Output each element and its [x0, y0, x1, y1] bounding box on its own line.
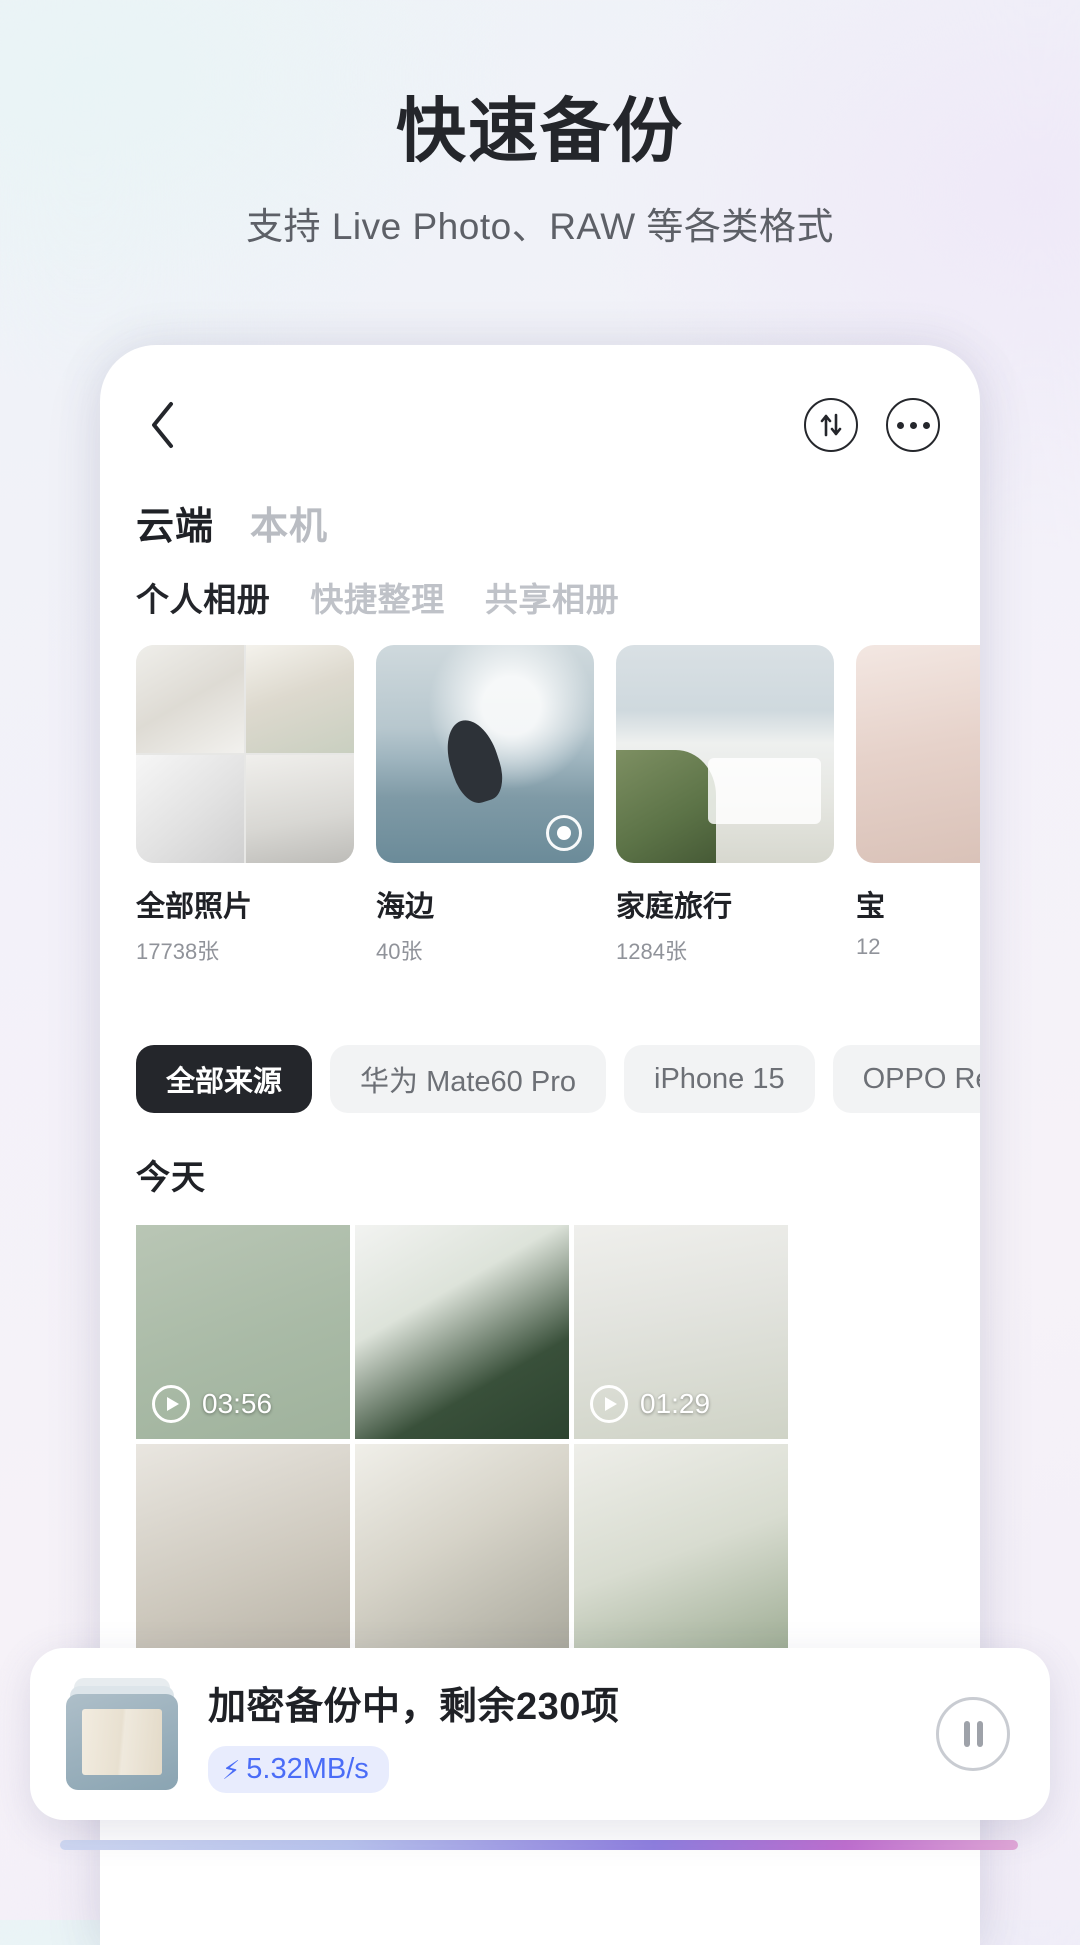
photo-cell[interactable]: 01:29: [574, 1225, 788, 1439]
subtab-quick-organize[interactable]: 快捷整理: [310, 573, 444, 621]
progress-accent-bar: [60, 1840, 1018, 1850]
section-title-today: 今天: [136, 1159, 206, 1197]
photo-grid: 03:56 01:29: [136, 1225, 980, 1658]
photo-cell[interactable]: [355, 1444, 569, 1658]
app-navbar: [100, 375, 980, 475]
chip-all-sources[interactable]: 全部来源: [136, 1045, 313, 1113]
collage-tile: [136, 755, 244, 863]
backup-status-text: 加密备份中，剩余230项: [208, 1686, 620, 1728]
play-icon: [152, 1385, 190, 1423]
pause-backup-button[interactable]: [936, 1697, 1010, 1771]
backup-status-card: 加密备份中，剩余230项 ⚡ 5.32MB/s: [30, 1648, 1050, 1820]
photo-cell[interactable]: [355, 1225, 569, 1439]
main-tabs: 云端 本机: [136, 495, 328, 550]
back-button[interactable]: [136, 398, 190, 452]
page-subtitle: 支持 Live Photo、RAW 等各类格式: [246, 206, 834, 248]
book-photo: [81, 1709, 163, 1775]
album-name: 宝: [856, 891, 886, 923]
photo-cell[interactable]: 03:56: [136, 1225, 350, 1439]
album-list: 全部照片 17738张 海边 40张 家庭旅行 1284张 宝 12: [136, 645, 980, 975]
album-card[interactable]: 海边 40张: [376, 645, 594, 975]
chip-iphone-15[interactable]: iPhone 15: [624, 1045, 815, 1113]
album-thumbnail: [856, 645, 980, 863]
tab-local[interactable]: 本机: [250, 495, 328, 550]
album-count: 12: [856, 934, 881, 959]
collage-tile: [136, 645, 244, 753]
tab-cloud[interactable]: 云端: [136, 495, 214, 550]
duration-label: 01:29: [640, 1388, 711, 1419]
play-icon: [590, 1385, 628, 1423]
collage-tile: [246, 645, 354, 753]
album-card[interactable]: 宝 12: [856, 645, 980, 975]
backup-thumbnail: [66, 1678, 178, 1790]
live-photo-icon: [546, 815, 582, 851]
collage-tile: [246, 755, 354, 863]
chevron-left-icon: [152, 402, 173, 448]
video-duration: 03:56: [152, 1385, 272, 1423]
photo-cell[interactable]: [574, 1444, 788, 1658]
source-filter-chips: 全部来源 华为 Mate60 Pro iPhone 15 OPPO Reno: [136, 1045, 980, 1113]
chip-oppo-reno[interactable]: OPPO Reno: [832, 1045, 980, 1113]
backup-speed-badge: ⚡ 5.32MB/s: [208, 1746, 389, 1793]
album-name: 家庭旅行: [616, 891, 733, 923]
album-thumbnail: [616, 645, 834, 863]
sub-tabs: 个人相册 快捷整理 共享相册: [136, 573, 619, 621]
album-count: 40张: [376, 939, 423, 964]
album-card[interactable]: 家庭旅行 1284张: [616, 645, 834, 975]
subtab-personal-album[interactable]: 个人相册: [136, 573, 270, 621]
video-duration: 01:29: [590, 1385, 710, 1423]
album-count: 1284张: [616, 939, 687, 964]
album-name: 海边: [376, 891, 435, 923]
album-thumbnail: [376, 645, 594, 863]
album-name: 全部照片: [136, 891, 253, 923]
album-collage: [136, 645, 354, 863]
sync-button[interactable]: [804, 398, 858, 452]
chip-huawei-mate60-pro[interactable]: 华为 Mate60 Pro: [330, 1045, 606, 1113]
photo-cell[interactable]: [136, 1444, 350, 1658]
subtab-shared-album[interactable]: 共享相册: [485, 573, 619, 621]
album-count: 17738张: [136, 939, 220, 964]
lightning-bolt-icon: ⚡: [222, 1754, 241, 1785]
sync-transfer-icon: [820, 413, 842, 437]
more-button[interactable]: [886, 398, 940, 452]
more-dots-icon: [896, 421, 930, 429]
album-card[interactable]: 全部照片 17738张: [136, 645, 354, 975]
duration-label: 03:56: [202, 1388, 273, 1419]
backup-speed-value: 5.32MB/s: [246, 1753, 369, 1785]
current-item-thumbnail: [66, 1694, 178, 1790]
album-thumbnail: [136, 645, 354, 863]
page-title: 快速备份: [396, 92, 684, 170]
hero-section: 快速备份 支持 Live Photo、RAW 等各类格式: [0, 0, 1080, 250]
